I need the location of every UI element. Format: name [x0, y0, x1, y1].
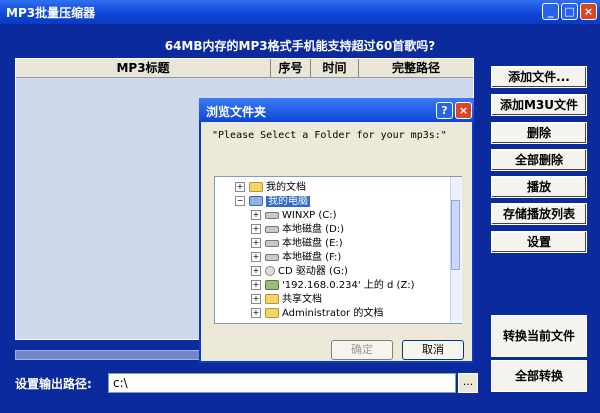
scrollbar-thumb[interactable] [451, 200, 460, 270]
expand-icon[interactable]: + [251, 224, 261, 234]
column-title[interactable]: MP3标题 [16, 59, 271, 77]
play-button[interactable]: 播放 [491, 176, 587, 198]
drive-icon [265, 239, 279, 247]
expand-icon[interactable]: + [251, 266, 261, 276]
collapse-icon[interactable]: − [235, 196, 245, 206]
ok-button[interactable]: 确定 [331, 340, 393, 360]
expand-icon[interactable]: + [251, 294, 261, 304]
drive-icon [265, 211, 279, 219]
column-index[interactable]: 序号 [271, 59, 311, 77]
expand-icon[interactable]: + [251, 210, 261, 220]
tree-item-drive-f[interactable]: + 本地磁盘 (F:) [251, 251, 341, 265]
dialog-prompt: "Please Select a Folder for your mp3s:" [212, 130, 447, 141]
question-text: 64MB内存的MP3格式手机能支持超过60首歌吗? [164, 39, 436, 53]
convert-current-button[interactable]: 转换当前文件 [491, 315, 587, 357]
dialog-title: 浏览文件夹 [206, 105, 267, 119]
output-path-label: 设置输出路径: [15, 377, 92, 391]
network-drive-icon [265, 280, 279, 290]
add-file-button[interactable]: 添加文件... [491, 66, 587, 88]
expand-icon[interactable]: + [251, 252, 261, 262]
tree-item-drive-c[interactable]: + WINXP (C:) [251, 209, 337, 223]
column-time[interactable]: 时间 [311, 59, 359, 77]
folder-tree[interactable]: + 我的文档 − 我的电脑 + WINXP (C:) + 本地磁盘 (D:) + 本地磁盘… [214, 176, 462, 324]
drive-icon [265, 225, 279, 233]
minimize-icon[interactable]: _ [542, 3, 559, 20]
tree-item-admin-documents[interactable]: + Administrator 的文档 [251, 307, 383, 321]
browse-button[interactable]: ... [458, 373, 478, 393]
list-header: MP3标题 序号 时间 完整路径 [16, 59, 473, 78]
add-m3u-button[interactable]: 添加M3U文件 [491, 94, 587, 116]
delete-all-button[interactable]: 全部删除 [491, 149, 587, 171]
computer-icon [249, 196, 263, 206]
tree-item-drive-d[interactable]: + 本地磁盘 (D:) [251, 223, 344, 237]
tree-item-network-drive-z[interactable]: + '192.168.0.234' 上的 d (Z:) [251, 279, 415, 293]
window-titlebar: MP3批量压缩器 _ □ × [0, 0, 600, 24]
window-title: MP3批量压缩器 [6, 6, 96, 20]
tree-item-my-documents[interactable]: + 我的文档 [235, 181, 306, 195]
folder-icon [249, 182, 263, 192]
dialog-titlebar: 浏览文件夹 ? × [199, 98, 474, 122]
expand-icon[interactable]: + [251, 280, 261, 290]
column-path[interactable]: 完整路径 [359, 59, 473, 77]
cancel-button[interactable]: 取消 [402, 340, 464, 360]
save-playlist-button[interactable]: 存储播放列表 [491, 203, 587, 225]
folder-icon [265, 308, 279, 318]
tree-item-my-computer[interactable]: − 我的电脑 [235, 195, 310, 209]
output-path-input[interactable]: c:\ [108, 373, 456, 393]
delete-button[interactable]: 删除 [491, 122, 587, 144]
drive-icon [265, 253, 279, 261]
folder-icon [265, 294, 279, 304]
expand-icon[interactable]: + [235, 182, 245, 192]
expand-icon[interactable]: + [251, 238, 261, 248]
help-icon[interactable]: ? [436, 102, 453, 119]
tree-item-drive-e[interactable]: + 本地磁盘 (E:) [251, 237, 343, 251]
tree-item-drive-g[interactable]: + CD 驱动器 (G:) [251, 265, 348, 279]
expand-icon[interactable]: + [251, 308, 261, 318]
maximize-icon[interactable]: □ [561, 3, 578, 20]
dialog-close-icon[interactable]: × [455, 102, 472, 119]
convert-all-button[interactable]: 全部转换 [491, 360, 587, 392]
tree-item-shared-documents[interactable]: + 共享文档 [251, 293, 322, 307]
cd-icon [265, 266, 275, 276]
settings-button[interactable]: 设置 [491, 231, 587, 253]
close-icon[interactable]: × [580, 3, 597, 20]
